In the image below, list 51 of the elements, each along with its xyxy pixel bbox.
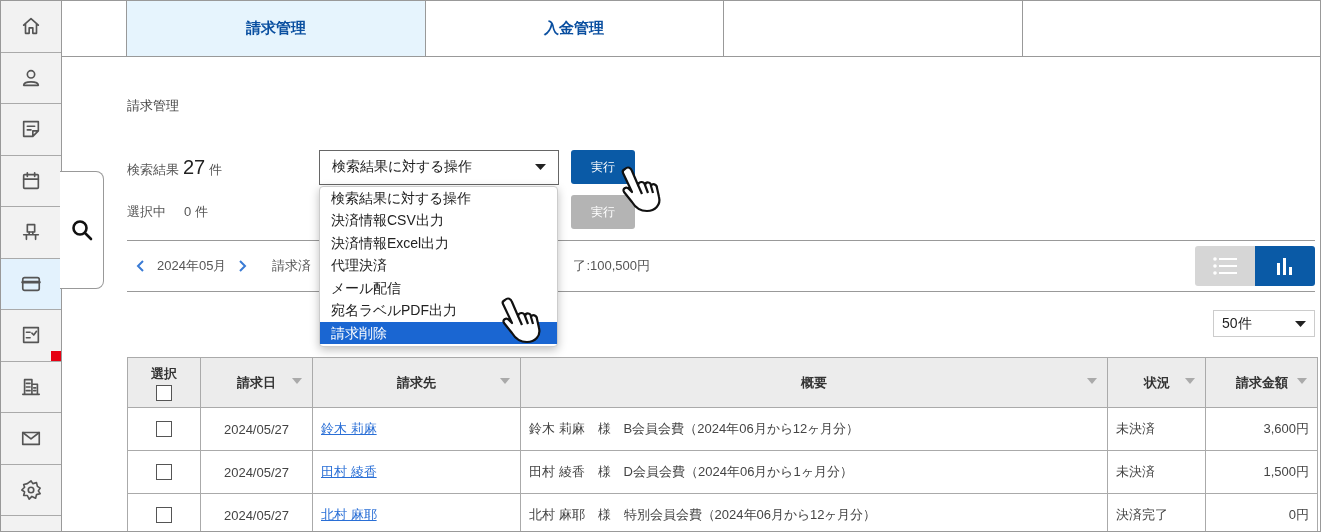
- dropdown-option[interactable]: 決済情報CSV出力: [320, 209, 557, 232]
- dropdown-option[interactable]: メール配信: [320, 276, 557, 299]
- dropdown-option[interactable]: 代理決済: [320, 254, 557, 277]
- column-header: 請求金額: [1235, 374, 1288, 390]
- table-cell: 未決済: [1107, 450, 1206, 494]
- caret-icon: [535, 164, 546, 170]
- recipient-link[interactable]: 鈴木 莉麻: [321, 421, 377, 436]
- sidebar-item[interactable]: [1, 258, 61, 310]
- column-header: 選択: [151, 364, 177, 383]
- table-cell: 3,600円: [1205, 407, 1318, 451]
- dropdown-option[interactable]: 宛名ラベルPDF出力: [320, 299, 557, 322]
- dropdown-option[interactable]: 検索結果に対する操作: [320, 186, 557, 209]
- column-header: 概要: [801, 374, 827, 390]
- page-title: 請求管理: [127, 97, 180, 115]
- dropdown-option[interactable]: 決済情報Excel出力: [320, 231, 557, 254]
- caret-icon: [1295, 320, 1306, 327]
- column-header: 状況: [1143, 374, 1170, 390]
- summary-text: 請求済: [272, 257, 312, 275]
- recipient-link[interactable]: 田村 綾香: [321, 464, 377, 479]
- calendar-icon: [20, 169, 42, 192]
- result-count: 27: [183, 155, 206, 179]
- chart-view-button[interactable]: [1255, 246, 1315, 286]
- checkbox[interactable]: [156, 421, 172, 438]
- settings-icon: [20, 478, 42, 501]
- chevron-left-icon[interactable]: [135, 259, 145, 273]
- list-icon: [1213, 257, 1237, 275]
- page-size-select[interactable]: 50件: [1213, 310, 1315, 337]
- result-label: 検索結果: [127, 160, 179, 179]
- month-label: 2024年05月: [157, 257, 227, 275]
- column-header: 請求先: [397, 374, 436, 390]
- result-unit: 件: [209, 160, 223, 179]
- search-icon: [69, 218, 94, 242]
- table-cell: 1,500円: [1205, 450, 1318, 494]
- column-header: 請求日: [237, 374, 276, 390]
- checkbox[interactable]: [156, 507, 172, 524]
- checkbox[interactable]: [156, 464, 172, 481]
- bar-chart-icon: [1276, 257, 1294, 275]
- tab[interactable]: 請求管理: [127, 1, 426, 56]
- table-cell: 未決済: [1107, 407, 1206, 451]
- table-cell: 田村 綾香 様 D会員会費（2024年06月から1ヶ月分）: [520, 450, 1108, 494]
- selection-label: 選択中: [127, 203, 166, 221]
- checkbox[interactable]: [156, 384, 172, 401]
- search-panel-toggle[interactable]: [60, 171, 104, 289]
- table-cell: 2024/05/27: [200, 407, 313, 451]
- recipient-link[interactable]: 北村 麻耶: [321, 507, 377, 522]
- bulk-action-select[interactable]: 検索結果に対する操作: [319, 149, 559, 185]
- table-cell: 2024/05/27: [200, 450, 313, 494]
- selection-count: 0 件: [184, 203, 208, 221]
- chevron-right-icon[interactable]: [238, 259, 249, 273]
- table-cell: 鈴木 莉麻 様 B会員会費（2024年06月から12ヶ月分）: [520, 407, 1108, 451]
- summary-text: 了:100,500円: [573, 257, 650, 275]
